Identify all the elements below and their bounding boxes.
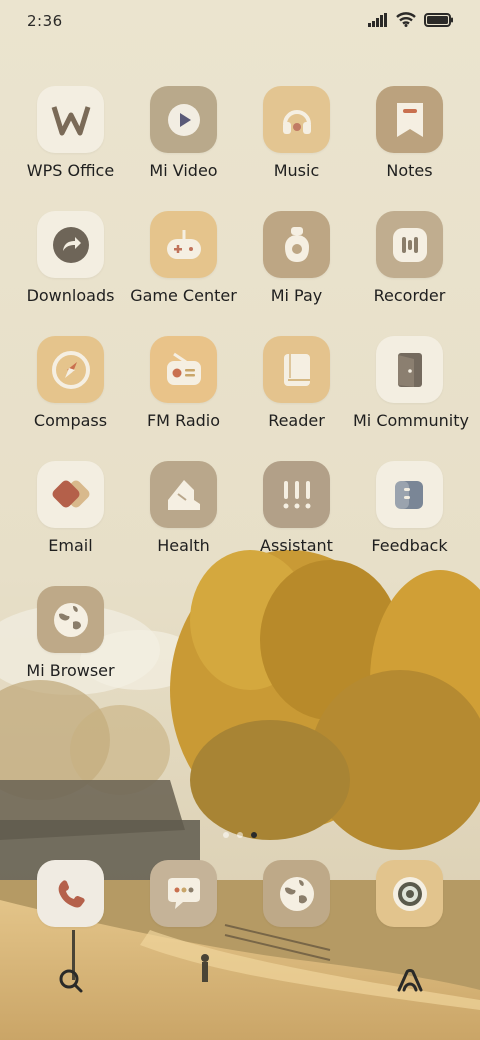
health-icon[interactable]: [150, 461, 217, 528]
app-label: Mi Community: [353, 411, 469, 430]
app-compass[interactable]: Compass: [14, 336, 127, 430]
search-icon[interactable]: [58, 968, 84, 994]
app-label: Health: [157, 536, 210, 555]
recorder-icon[interactable]: [376, 211, 443, 278]
app-recorder[interactable]: Recorder: [353, 211, 466, 305]
signal-icon: [368, 12, 387, 27]
assistant-icon[interactable]: [263, 461, 330, 528]
app-downloads[interactable]: Downloads: [14, 211, 127, 305]
dock-messaging[interactable]: [127, 860, 240, 927]
app-label: Reader: [268, 411, 325, 430]
page-dot[interactable]: [237, 832, 243, 838]
camera-icon[interactable]: [376, 860, 443, 927]
assistant-shortcut-icon[interactable]: [396, 968, 424, 994]
app-mi-pay[interactable]: Mi Pay: [240, 211, 353, 305]
status-icons: [368, 12, 454, 27]
app-assistant[interactable]: Assistant: [240, 461, 353, 555]
battery-icon: [424, 12, 453, 27]
music-icon[interactable]: [263, 86, 330, 153]
app-wps-office[interactable]: WPS Office: [14, 86, 127, 180]
browser-icon[interactable]: [263, 860, 330, 927]
game-center-icon[interactable]: [150, 211, 217, 278]
mi-pay-icon[interactable]: [263, 211, 330, 278]
app-email[interactable]: Email: [14, 461, 127, 555]
status-bar: 2:36: [0, 0, 480, 44]
messaging-icon[interactable]: [150, 860, 217, 927]
app-fm-radio[interactable]: FM Radio: [127, 336, 240, 430]
notes-icon[interactable]: [376, 86, 443, 153]
app-music[interactable]: Music: [240, 86, 353, 180]
fm-radio-icon[interactable]: [150, 336, 217, 403]
clock: 2:36: [27, 12, 63, 30]
app-label: Assistant: [260, 536, 333, 555]
app-mi-video[interactable]: Mi Video: [127, 86, 240, 180]
app-reader[interactable]: Reader: [240, 336, 353, 430]
page-indicator: [0, 832, 480, 838]
app-label: Music: [273, 161, 320, 180]
email-icon[interactable]: [37, 461, 104, 528]
feedback-icon[interactable]: [376, 461, 443, 528]
app-mi-community[interactable]: Mi Community: [353, 336, 469, 430]
bottom-bar: [0, 966, 480, 1000]
mi-video-icon[interactable]: [150, 86, 217, 153]
app-label: Mi Browser: [26, 661, 115, 680]
wps-office-icon[interactable]: [37, 86, 104, 153]
page-dot[interactable]: [223, 832, 229, 838]
dock-browser[interactable]: [240, 860, 353, 927]
reader-icon[interactable]: [263, 336, 330, 403]
app-label: WPS Office: [26, 161, 115, 180]
app-feedback[interactable]: Feedback: [353, 461, 466, 555]
wifi-icon: [396, 12, 416, 27]
app-label: Game Center: [130, 286, 237, 305]
app-label: Feedback: [371, 536, 448, 555]
app-label: FM Radio: [146, 411, 221, 430]
app-label: Recorder: [373, 286, 446, 305]
app-label: Notes: [386, 161, 433, 180]
app-label: Compass: [33, 411, 108, 430]
app-notes[interactable]: Notes: [353, 86, 466, 180]
dock-camera[interactable]: [353, 860, 466, 927]
app-game-center[interactable]: Game Center: [127, 211, 240, 305]
page-dot-active[interactable]: [251, 832, 257, 838]
app-label: Mi Pay: [270, 286, 323, 305]
app-label: Downloads: [26, 286, 115, 305]
app-label: Mi Video: [149, 161, 218, 180]
mi-community-icon[interactable]: [376, 336, 443, 403]
downloads-icon[interactable]: [37, 211, 104, 278]
mi-browser-icon[interactable]: [37, 586, 104, 653]
app-label: Email: [48, 536, 93, 555]
compass-icon[interactable]: [37, 336, 104, 403]
phone-icon[interactable]: [37, 860, 104, 927]
dock-phone[interactable]: [14, 860, 127, 927]
app-mi-browser[interactable]: Mi Browser: [14, 586, 127, 680]
app-health[interactable]: Health: [127, 461, 240, 555]
